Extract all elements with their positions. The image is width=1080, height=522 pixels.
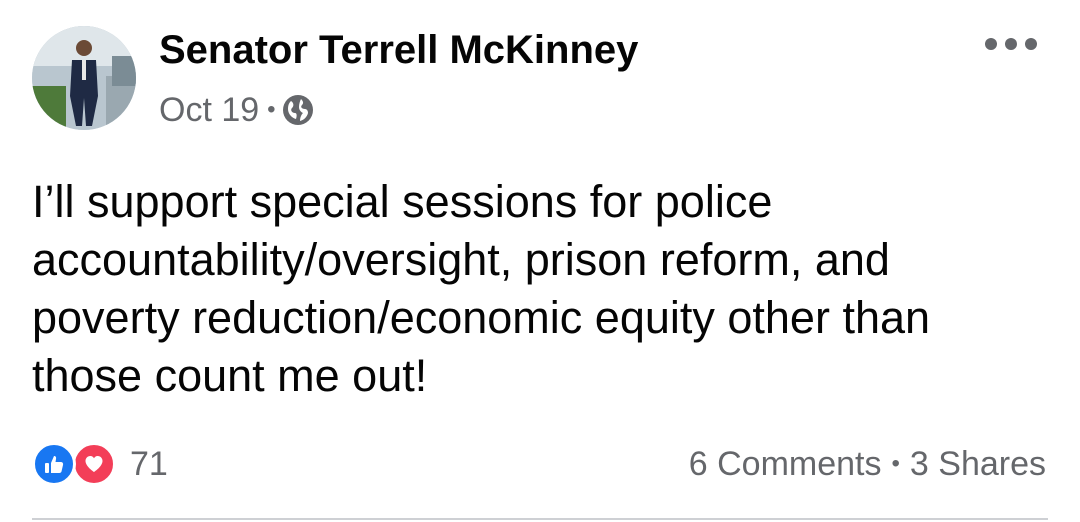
like-icon (32, 442, 76, 486)
comments-link[interactable]: 6 Comments (689, 445, 882, 484)
divider (32, 518, 1048, 520)
more-options-icon[interactable] (985, 28, 1037, 60)
more-dot (1025, 38, 1037, 50)
meta-separator: • (267, 96, 276, 123)
post-card: Senator Terrell McKinney Oct 19 • I’ll s… (0, 0, 1080, 522)
shares-link[interactable]: 3 Shares (910, 445, 1046, 484)
profile-avatar[interactable] (32, 26, 136, 130)
avatar-photo (32, 26, 136, 130)
author-name[interactable]: Senator Terrell McKinney (159, 28, 638, 73)
more-dot (985, 38, 997, 50)
reaction-count: 71 (130, 444, 168, 483)
post-meta: Oct 19 • (159, 90, 314, 130)
post-stats: 6 Comments • 3 Shares (689, 442, 1046, 486)
post-date[interactable]: Oct 19 (159, 91, 259, 130)
stats-separator: • (891, 450, 900, 477)
love-icon (72, 442, 116, 486)
more-dot (1005, 38, 1017, 50)
reactions-summary[interactable]: 71 (32, 442, 168, 486)
post-text: I’ll support special sessions for police… (32, 176, 931, 401)
reaction-icons (32, 442, 120, 486)
globe-icon (282, 94, 314, 126)
